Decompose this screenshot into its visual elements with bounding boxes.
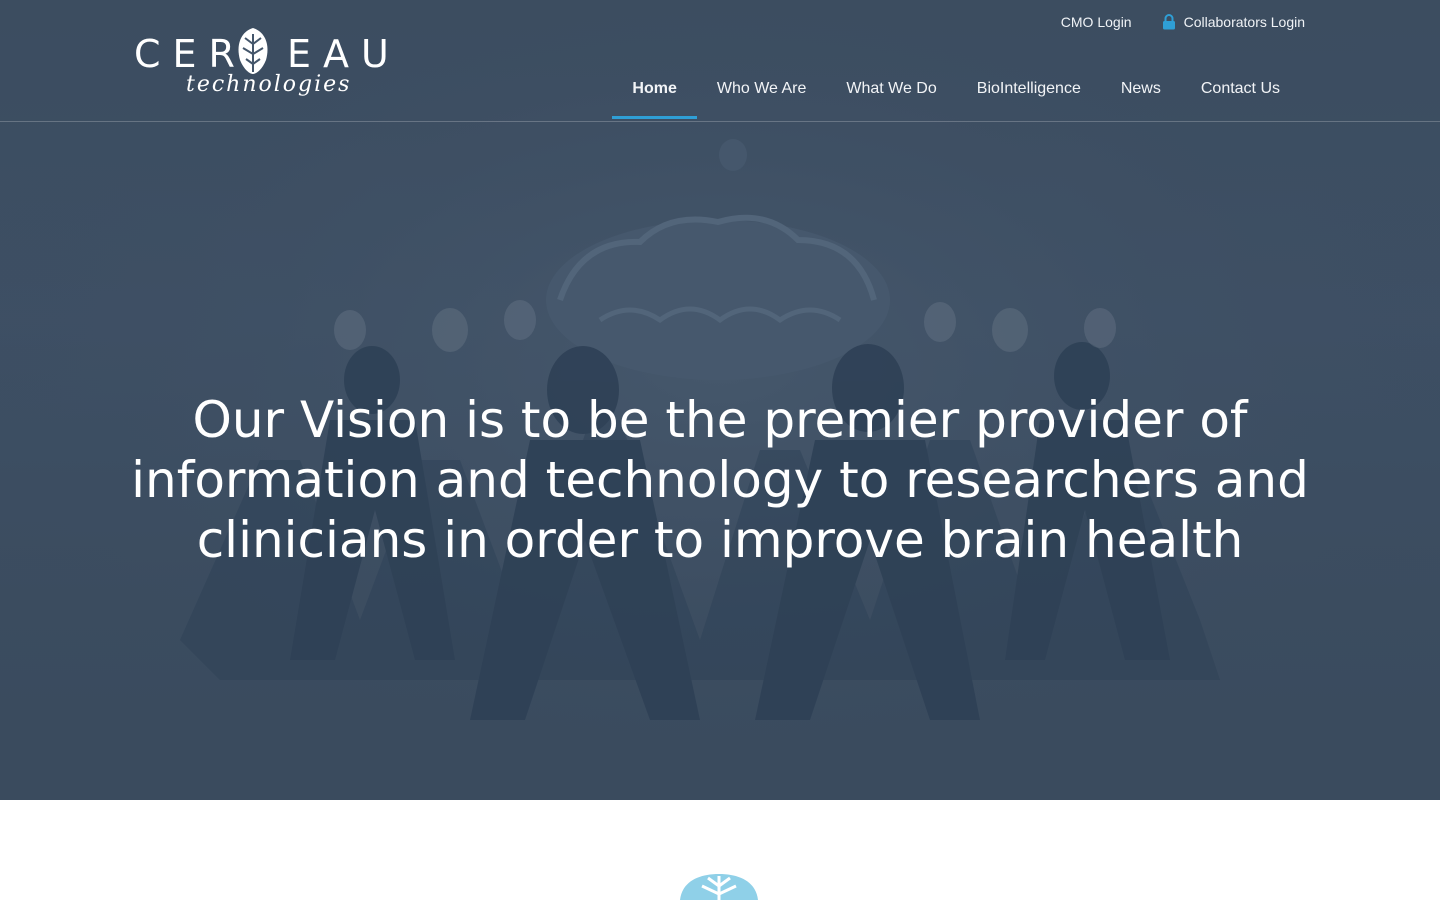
brain-leaf-icon bbox=[238, 28, 268, 74]
lock-icon bbox=[1162, 14, 1175, 30]
headline-line-1: Our Vision is to be the premier provider… bbox=[192, 391, 1248, 449]
nav-item-biointelligence[interactable]: BioIntelligence bbox=[957, 66, 1101, 118]
logo-tagline: technologies bbox=[186, 72, 352, 97]
content-section bbox=[0, 800, 1440, 900]
site-header: CER EAU technologies CMO Login Collaborat… bbox=[0, 0, 1440, 122]
cerebeau-logo[interactable]: CER EAU technologies bbox=[134, 26, 389, 102]
nav-item-contact-us[interactable]: Contact Us bbox=[1181, 66, 1300, 118]
brain-icon bbox=[680, 874, 758, 900]
nav-item-who-we-are[interactable]: Who We Are bbox=[697, 66, 827, 118]
cmo-login-label: CMO Login bbox=[1060, 14, 1132, 30]
nav-item-home[interactable]: Home bbox=[612, 66, 698, 119]
collaborators-login-link[interactable]: Collaborators Login bbox=[1162, 14, 1305, 30]
utility-links: CMO Login Collaborators Login bbox=[1061, 14, 1305, 30]
main-navigation: Home Who We Are What We Do BioIntelligen… bbox=[612, 66, 1300, 119]
headline-line-2: information and technology to researcher… bbox=[131, 451, 1309, 509]
hero-headline: Our Vision is to be the premier provider… bbox=[120, 390, 1320, 570]
collaborators-login-label: Collaborators Login bbox=[1183, 14, 1305, 30]
nav-item-what-we-do[interactable]: What We Do bbox=[826, 66, 956, 118]
headline-line-3: clinicians in order to improve brain hea… bbox=[196, 511, 1244, 569]
cmo-login-link[interactable]: CMO Login bbox=[1061, 14, 1132, 30]
hero-section: CER EAU technologies CMO Login Collaborat… bbox=[0, 0, 1440, 800]
nav-item-news[interactable]: News bbox=[1101, 66, 1181, 118]
